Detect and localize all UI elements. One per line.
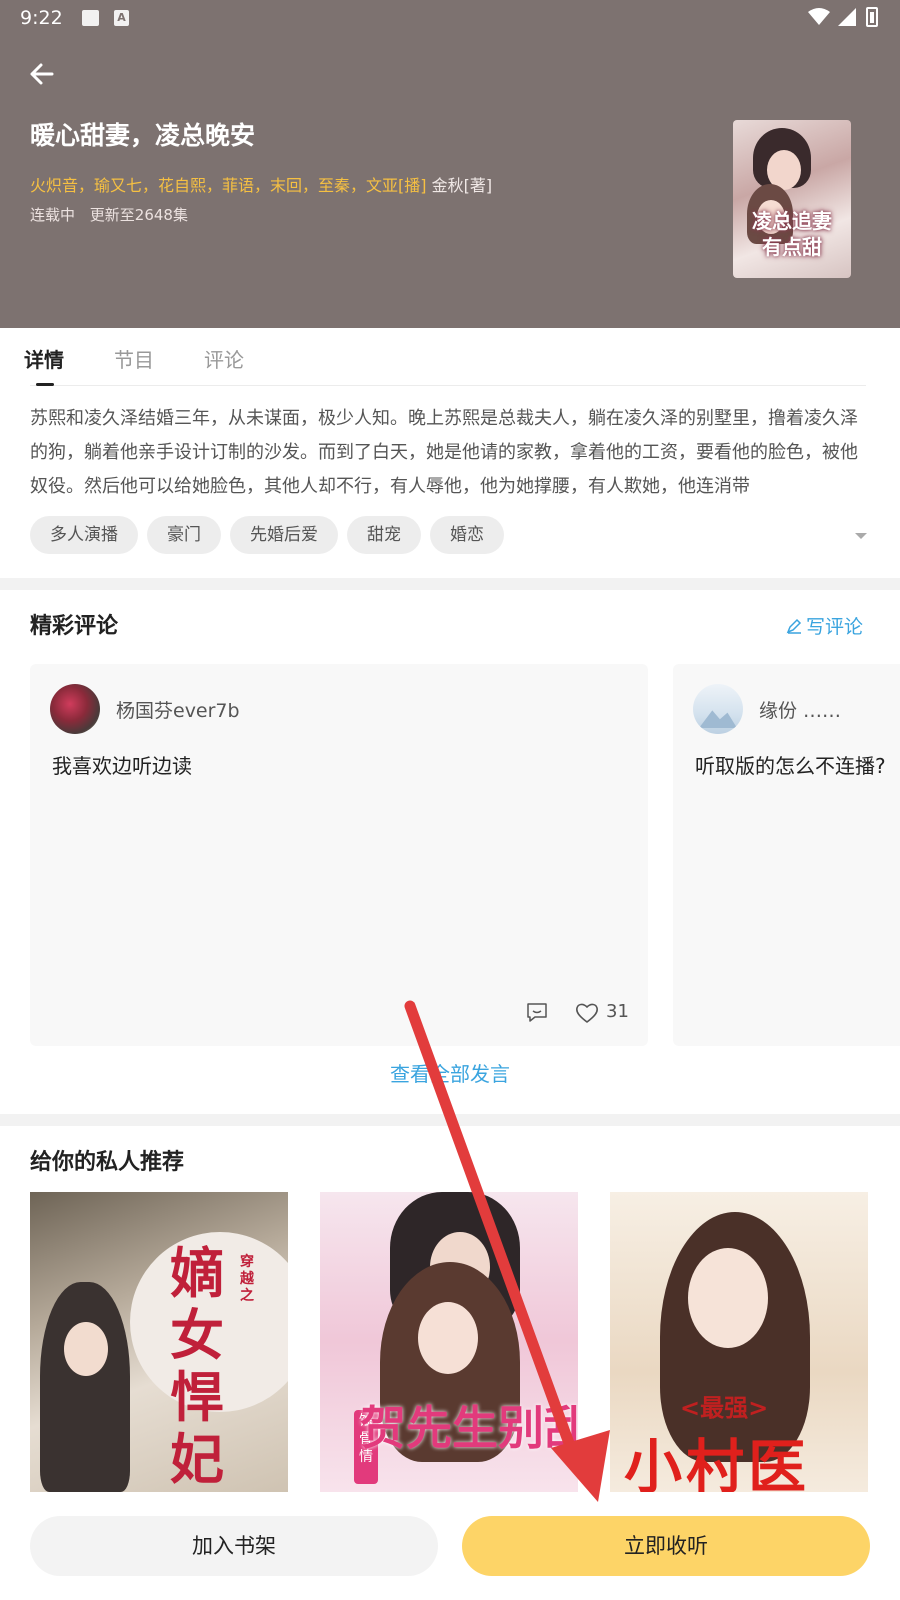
status-bar: 9:22 A	[0, 0, 900, 36]
status-time: 9:22	[20, 7, 63, 29]
heart-icon[interactable]	[575, 1002, 599, 1024]
tag-list: 多人演播 豪门 先婚后爱 甜宠 婚恋	[30, 516, 513, 554]
write-comment-label: 写评论	[806, 616, 864, 638]
recommended-book[interactable]: 嫡女悍妃 穿越之	[30, 1192, 288, 1492]
avatar[interactable]	[693, 684, 743, 734]
image-notification-icon	[82, 10, 99, 26]
reply-icon[interactable]	[526, 1002, 548, 1022]
wifi-icon	[808, 8, 830, 25]
avatar[interactable]	[50, 684, 100, 734]
cover-title: 小村医	[624, 1433, 811, 1492]
cover-title: 凌总追妻 有点甜	[737, 208, 847, 260]
bottom-action-bar: 加入书架 立即收听	[0, 1494, 900, 1600]
comment-text: 我喜欢边听边读	[52, 754, 192, 778]
episode-update: 更新至2648集	[89, 206, 188, 224]
book-credits: 火炽音，瑜又七，花自熙，菲语，末回，至秦，文亚[播] 金秋[著]	[30, 172, 492, 196]
tab-episodes[interactable]: 节目	[114, 344, 154, 373]
cover-art	[40, 1282, 130, 1492]
book-casts[interactable]: 火炽音，瑜又七，花自熙，菲语，末回，至秦，文亚[播]	[30, 176, 427, 195]
pen-icon	[786, 618, 802, 634]
add-to-shelf-button[interactable]: 加入书架	[30, 1516, 438, 1576]
detail-panel: 详情 节目 评论 苏熙和凌久泽结婚三年，从未谋面，极少人知。晚上苏熙是总裁夫人，…	[0, 328, 900, 578]
cover-subtitle: <最强>	[680, 1394, 769, 1422]
tab-bar: 详情 节目 评论	[0, 328, 900, 386]
tag-chip[interactable]: 豪门	[147, 516, 221, 554]
tab-details[interactable]: 详情	[24, 344, 64, 373]
tag-chip[interactable]: 多人演播	[30, 516, 138, 554]
cover-title: 嫡女悍妃	[170, 1241, 224, 1491]
cover-title: 贺先生别乱来	[360, 1401, 578, 1455]
listen-now-button[interactable]: 立即收听	[462, 1516, 870, 1576]
cover-title-line: 凌总追妻	[752, 209, 832, 233]
tag-chip[interactable]: 先婚后爱	[230, 516, 338, 554]
synopsis-text[interactable]: 苏熙和凌久泽结婚三年，从未谋面，极少人知。晚上苏熙是总裁夫人，躺在凌久泽的别墅里…	[30, 402, 870, 504]
tag-chip[interactable]: 甜宠	[347, 516, 421, 554]
comments-section: 精彩评论 写评论 杨国芬ever7b 我喜欢边听边读 31 缘份 …… 听取版的…	[0, 590, 900, 1114]
recommendation-title: 给你的私人推荐	[30, 1150, 185, 1175]
back-arrow-icon[interactable]	[26, 58, 58, 90]
like-count: 31	[606, 1001, 629, 1022]
cover-subtitle: 穿越之	[240, 1254, 254, 1304]
expand-caret-icon[interactable]	[855, 533, 867, 539]
cover-art	[418, 1302, 478, 1374]
cover-art	[688, 1248, 768, 1348]
recommended-book[interactable]: 蚀骨情 贺先生别乱来	[320, 1192, 578, 1492]
tag-chip[interactable]: 婚恋	[430, 516, 504, 554]
battery-icon	[866, 7, 878, 27]
tab-comments[interactable]: 评论	[204, 344, 244, 373]
signal-icon	[838, 8, 856, 26]
view-all-comments-link[interactable]: 查看全部发言	[0, 1058, 900, 1087]
comment-username[interactable]: 杨国芬ever7b	[116, 696, 240, 723]
comment-username[interactable]: 缘份 ……	[759, 696, 841, 723]
write-comment-button[interactable]: 写评论	[786, 612, 863, 639]
book-cover[interactable]: 凌总追妻 有点甜	[733, 120, 851, 278]
serial-status: 连载中	[30, 206, 76, 224]
recommended-book[interactable]: <最强> 小村医	[610, 1192, 868, 1492]
comments-title: 精彩评论	[30, 614, 119, 639]
book-title: 暖心甜妻，凌总晚安	[30, 121, 256, 150]
active-tab-indicator	[36, 383, 54, 386]
cover-art	[64, 1322, 108, 1376]
tab-divider	[30, 385, 866, 386]
a-notification-icon: A	[114, 10, 129, 26]
book-status-line: 连载中 更新至2648集	[30, 204, 188, 225]
book-header: 9:22 A 暖心甜妻，凌总晚安 火炽音，瑜又七，花自熙，菲语，末回，至秦，文亚…	[0, 0, 900, 328]
comment-text: 听取版的怎么不连播?	[695, 754, 886, 778]
cover-title-line: 有点甜	[762, 235, 822, 259]
comment-card[interactable]: 杨国芬ever7b 我喜欢边听边读 31	[30, 664, 648, 1046]
book-author[interactable]: 金秋[著]	[432, 176, 493, 195]
comment-card[interactable]: 缘份 …… 听取版的怎么不连播?	[673, 664, 900, 1046]
